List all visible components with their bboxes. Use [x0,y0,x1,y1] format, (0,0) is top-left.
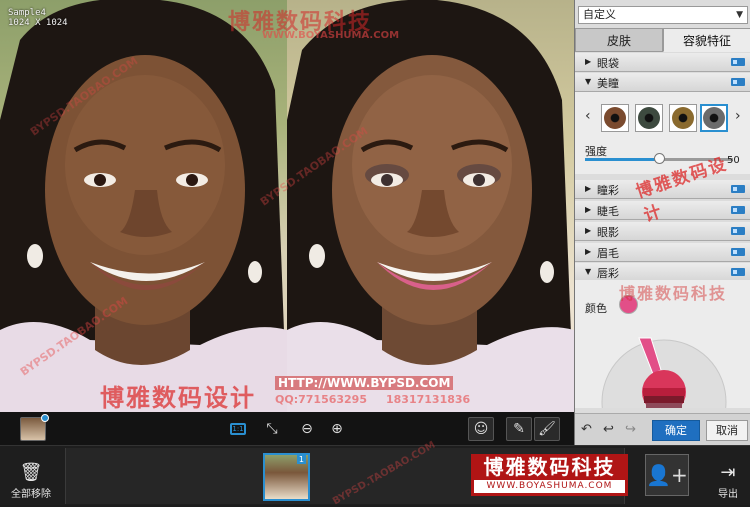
image-name: Sample4 [8,8,46,18]
caret-down-icon: ▼ [585,267,592,276]
trash-icon: 🗑 [19,462,43,483]
remove-all-button[interactable]: 🗑 全部移除 [6,462,56,500]
iris-swatch [672,107,694,129]
section-eye-color[interactable]: ▼ 美瞳 [575,73,750,92]
section-label: 瞳彩 [597,184,619,197]
viewer-toolbar: 1:1 ⤡ ⊖ ⊕ ☺ ✎ 🖌 [0,412,574,445]
navigator-thumbnail[interactable] [20,414,49,441]
eye-color-options: ‹ › 强度 50 [575,92,750,174]
before-photo: Sample4 1024 X 1024 [0,0,287,412]
split-view-icon: 1:1 [230,423,246,435]
film-thumbnail[interactable]: 1 [263,453,310,501]
slider-handle[interactable] [654,153,665,164]
export-label: 导出 [718,489,738,500]
banner-title: 博雅数码科技 [483,455,616,479]
caret-right-icon: ▶ [585,184,592,193]
chevron-down-icon: ▼ [736,10,743,20]
caret-right-icon: ▶ [585,226,592,235]
strength-slider[interactable] [585,153,733,164]
fit-view-button[interactable]: ⤡ [262,417,282,441]
face-detect-button[interactable]: ☺ [468,417,494,441]
caret-right-icon: ▶ [585,57,592,66]
compress-icon: ⤡ [266,421,278,437]
section-eye-bags[interactable]: ▶ 眼袋 [575,53,750,72]
film-count-badge: 1 [296,455,306,464]
section-label: 眉毛 [597,247,619,260]
adjustment-panel: 自定义 ▼ 皮肤 容貌特征 ▶ 眼袋 ▼ 美瞳 ‹ › 强度 50 ▶ 瞳彩 ▶… [574,0,750,445]
section-pupil-color[interactable]: ▶ 瞳彩 [575,180,750,199]
swatch-next-icon[interactable]: › [735,108,741,124]
panel-actions: ↶ ↩ ↪ 确定 取消 [575,413,750,445]
section-toggle[interactable] [731,206,745,214]
brush-button[interactable]: 🖌 [534,417,560,441]
section-toggle[interactable] [731,58,745,66]
eye-swatch-4[interactable] [700,104,728,132]
section-label: 唇彩 [597,267,619,280]
caret-right-icon: ▶ [585,247,592,256]
compare-view-button[interactable]: 1:1 [228,417,248,441]
section-toggle[interactable] [731,248,745,256]
caret-right-icon: ▶ [585,205,592,214]
navigator-badge [41,414,49,422]
banner-url: WWW.BOYASHUMA.COM [474,480,625,493]
iris-swatch [638,107,660,129]
preset-dropdown[interactable]: 自定义 ▼ [578,6,748,24]
section-eyelashes[interactable]: ▶ 睫毛 [575,201,750,220]
section-label: 美瞳 [597,77,619,90]
caret-down-icon: ▼ [585,77,592,86]
add-person-icon: 👤+ [646,463,688,487]
section-toggle[interactable] [731,268,745,276]
section-eyebrows[interactable]: ▶ 眉毛 [575,243,750,262]
ok-button[interactable]: 确定 [652,420,700,441]
redo-icon[interactable]: ↪ [625,422,636,437]
eye-swatch-3[interactable] [669,104,697,132]
add-photo-button[interactable]: 👤+ [645,454,689,496]
color-label: 颜色 [585,302,607,315]
section-eyeshadow[interactable]: ▶ 眼影 [575,222,750,241]
image-size: 1024 X 1024 [8,18,68,28]
iris-swatch [703,107,725,129]
smile-icon: ☺ [473,421,489,437]
zoom-out-icon: ⊖ [301,421,313,437]
bottom-bar: 🗑 全部移除 1 BYPSD.TAOBAO.COM 博雅数码科技 WWW.BOY… [0,440,750,507]
eraser-icon: ✎ [513,421,525,437]
section-label: 眼影 [597,226,619,239]
lip-color-picker[interactable] [599,332,729,408]
watermark-taobao-4: BYPSD.TAOBAO.COM [331,439,438,507]
export-icon: ⇥ [720,462,736,483]
remove-all-label: 全部移除 [11,489,51,500]
section-toggle[interactable] [731,78,745,86]
strength-label: 强度 [585,145,607,158]
brush-icon: 🖌 [538,421,556,437]
section-toggle[interactable] [731,227,745,235]
zoom-in-icon: ⊕ [331,421,343,437]
undo-icon[interactable]: ↩ [603,422,614,437]
section-toggle[interactable] [731,185,745,193]
lip-color-swatch[interactable] [619,295,638,314]
swatch-prev-icon[interactable]: ‹ [585,108,591,124]
section-label: 眼袋 [597,57,619,70]
zoom-out-button[interactable]: ⊖ [297,417,317,441]
cancel-button[interactable]: 取消 [706,420,748,441]
eraser-button[interactable]: ✎ [506,417,532,441]
after-photo [287,0,574,412]
strength-value: 50 [727,155,740,166]
section-label: 睫毛 [597,205,619,218]
zoom-in-button[interactable]: ⊕ [327,417,347,441]
undo-all-icon[interactable]: ↶ [581,422,592,437]
export-button[interactable]: ⇥ 导出 [710,462,746,500]
lip-color-options: 颜色 博雅数码科技 [575,280,750,408]
tab-skin[interactable]: 皮肤 [575,28,663,52]
slider-fill [585,158,659,161]
tab-features[interactable]: 容貌特征 [663,28,750,52]
panel-tabs: 皮肤 容貌特征 [575,28,750,52]
iris-swatch [604,107,626,129]
eye-swatch-2[interactable] [635,104,663,132]
image-info: Sample4 1024 X 1024 [8,8,68,28]
photo-viewer: Sample4 1024 X 1024 博雅数码科技 WWW.BOYASHUMA… [0,0,574,445]
preset-value: 自定义 [583,8,616,21]
eye-swatch-1[interactable] [601,104,629,132]
brand-banner: 博雅数码科技 WWW.BOYASHUMA.COM [471,454,628,496]
